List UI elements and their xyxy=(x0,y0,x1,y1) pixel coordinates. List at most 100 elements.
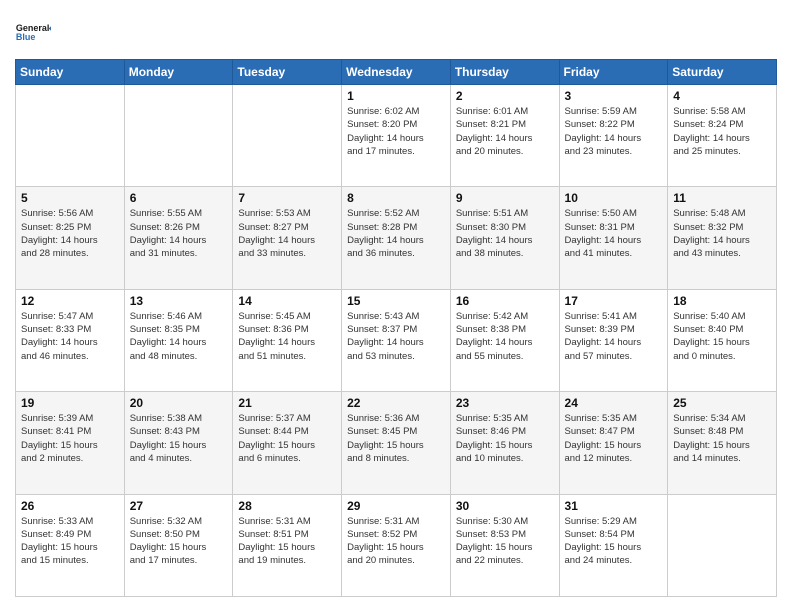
day-cell: 25 Sunrise: 5:34 AM Sunset: 8:48 PM Dayli… xyxy=(668,392,777,494)
day-cell: 9 Sunrise: 5:51 AM Sunset: 8:30 PM Daylig… xyxy=(450,187,559,289)
day-info: Sunrise: 5:43 AM Sunset: 8:37 PM Dayligh… xyxy=(347,310,445,363)
day-cell xyxy=(16,85,125,187)
day-number: 6 xyxy=(130,191,228,205)
day-number: 19 xyxy=(21,396,119,410)
day-number: 14 xyxy=(238,294,336,308)
day-number: 16 xyxy=(456,294,554,308)
day-number: 3 xyxy=(565,89,663,103)
day-number: 27 xyxy=(130,499,228,513)
day-cell: 12Sunrise: 5:47 AM Sunset: 8:33 PM Dayli… xyxy=(16,289,125,391)
week-row-5: 26 Sunrise: 5:33 AM Sunset: 8:49 PM Dayli… xyxy=(16,494,777,596)
logo: General Blue xyxy=(15,15,53,51)
week-row-4: 19Sunrise: 5:39 AM Sunset: 8:41 PM Dayli… xyxy=(16,392,777,494)
day-info: Sunrise: 6:01 AM Sunset: 8:21 PM Dayligh… xyxy=(456,105,554,158)
day-number: 4 xyxy=(673,89,771,103)
day-cell: 16 Sunrise: 5:42 AM Sunset: 8:38 PM Dayli… xyxy=(450,289,559,391)
page: General Blue SundayMondayTuesdayWednesda… xyxy=(0,0,792,612)
header: General Blue xyxy=(15,15,777,51)
day-info: Sunrise: 5:29 AM Sunset: 8:54 PM Dayligh… xyxy=(565,515,663,568)
day-cell xyxy=(668,494,777,596)
day-cell: 27 Sunrise: 5:32 AM Sunset: 8:50 PM Dayli… xyxy=(124,494,233,596)
day-header-tuesday: Tuesday xyxy=(233,60,342,85)
day-info: Sunrise: 5:30 AM Sunset: 8:53 PM Dayligh… xyxy=(456,515,554,568)
day-number: 7 xyxy=(238,191,336,205)
day-header-monday: Monday xyxy=(124,60,233,85)
day-cell xyxy=(233,85,342,187)
day-info: Sunrise: 5:33 AM Sunset: 8:49 PM Dayligh… xyxy=(21,515,119,568)
day-number: 26 xyxy=(21,499,119,513)
day-info: Sunrise: 5:32 AM Sunset: 8:50 PM Dayligh… xyxy=(130,515,228,568)
day-number: 9 xyxy=(456,191,554,205)
day-header-wednesday: Wednesday xyxy=(342,60,451,85)
day-cell: 6 Sunrise: 5:55 AM Sunset: 8:26 PM Daylig… xyxy=(124,187,233,289)
week-row-2: 5 Sunrise: 5:56 AM Sunset: 8:25 PM Daylig… xyxy=(16,187,777,289)
day-info: Sunrise: 5:55 AM Sunset: 8:26 PM Dayligh… xyxy=(130,207,228,260)
day-cell: 20 Sunrise: 5:38 AM Sunset: 8:43 PM Dayli… xyxy=(124,392,233,494)
day-number: 15 xyxy=(347,294,445,308)
day-info: Sunrise: 5:35 AM Sunset: 8:46 PM Dayligh… xyxy=(456,412,554,465)
day-cell xyxy=(124,85,233,187)
day-cell: 3 Sunrise: 5:59 AM Sunset: 8:22 PM Daylig… xyxy=(559,85,668,187)
day-number: 10 xyxy=(565,191,663,205)
day-cell: 26 Sunrise: 5:33 AM Sunset: 8:49 PM Dayli… xyxy=(16,494,125,596)
day-cell: 15 Sunrise: 5:43 AM Sunset: 8:37 PM Dayli… xyxy=(342,289,451,391)
day-cell: 5 Sunrise: 5:56 AM Sunset: 8:25 PM Daylig… xyxy=(16,187,125,289)
day-cell: 1 Sunrise: 6:02 AM Sunset: 8:20 PM Daylig… xyxy=(342,85,451,187)
day-cell: 28 Sunrise: 5:31 AM Sunset: 8:51 PM Dayli… xyxy=(233,494,342,596)
day-info: Sunrise: 5:51 AM Sunset: 8:30 PM Dayligh… xyxy=(456,207,554,260)
calendar: SundayMondayTuesdayWednesdayThursdayFrid… xyxy=(15,59,777,597)
day-info: Sunrise: 5:40 AM Sunset: 8:40 PM Dayligh… xyxy=(673,310,771,363)
day-number: 22 xyxy=(347,396,445,410)
day-cell: 4 Sunrise: 5:58 AM Sunset: 8:24 PM Daylig… xyxy=(668,85,777,187)
day-cell: 21 Sunrise: 5:37 AM Sunset: 8:44 PM Dayli… xyxy=(233,392,342,494)
day-cell: 2Sunrise: 6:01 AM Sunset: 8:21 PM Daylig… xyxy=(450,85,559,187)
day-number: 24 xyxy=(565,396,663,410)
day-number: 21 xyxy=(238,396,336,410)
day-number: 5 xyxy=(21,191,119,205)
day-number: 18 xyxy=(673,294,771,308)
day-info: Sunrise: 6:02 AM Sunset: 8:20 PM Dayligh… xyxy=(347,105,445,158)
day-cell: 13 Sunrise: 5:46 AM Sunset: 8:35 PM Dayli… xyxy=(124,289,233,391)
day-number: 13 xyxy=(130,294,228,308)
day-header-friday: Friday xyxy=(559,60,668,85)
svg-text:General: General xyxy=(16,23,50,33)
day-number: 25 xyxy=(673,396,771,410)
day-number: 31 xyxy=(565,499,663,513)
day-info: Sunrise: 5:42 AM Sunset: 8:38 PM Dayligh… xyxy=(456,310,554,363)
day-header-sunday: Sunday xyxy=(16,60,125,85)
day-number: 20 xyxy=(130,396,228,410)
day-info: Sunrise: 5:31 AM Sunset: 8:51 PM Dayligh… xyxy=(238,515,336,568)
day-cell: 19Sunrise: 5:39 AM Sunset: 8:41 PM Dayli… xyxy=(16,392,125,494)
day-info: Sunrise: 5:36 AM Sunset: 8:45 PM Dayligh… xyxy=(347,412,445,465)
day-number: 29 xyxy=(347,499,445,513)
day-cell: 8Sunrise: 5:52 AM Sunset: 8:28 PM Daylig… xyxy=(342,187,451,289)
day-info: Sunrise: 5:52 AM Sunset: 8:28 PM Dayligh… xyxy=(347,207,445,260)
day-info: Sunrise: 5:31 AM Sunset: 8:52 PM Dayligh… xyxy=(347,515,445,568)
week-row-3: 12Sunrise: 5:47 AM Sunset: 8:33 PM Dayli… xyxy=(16,289,777,391)
day-cell: 24 Sunrise: 5:35 AM Sunset: 8:47 PM Dayli… xyxy=(559,392,668,494)
day-info: Sunrise: 5:58 AM Sunset: 8:24 PM Dayligh… xyxy=(673,105,771,158)
day-number: 17 xyxy=(565,294,663,308)
day-header-saturday: Saturday xyxy=(668,60,777,85)
day-cell: 30Sunrise: 5:30 AM Sunset: 8:53 PM Dayli… xyxy=(450,494,559,596)
logo-svg: General Blue xyxy=(15,15,51,51)
day-info: Sunrise: 5:35 AM Sunset: 8:47 PM Dayligh… xyxy=(565,412,663,465)
day-info: Sunrise: 5:47 AM Sunset: 8:33 PM Dayligh… xyxy=(21,310,119,363)
day-cell: 17Sunrise: 5:41 AM Sunset: 8:39 PM Dayli… xyxy=(559,289,668,391)
day-info: Sunrise: 5:50 AM Sunset: 8:31 PM Dayligh… xyxy=(565,207,663,260)
week-row-1: 1 Sunrise: 6:02 AM Sunset: 8:20 PM Daylig… xyxy=(16,85,777,187)
day-header-thursday: Thursday xyxy=(450,60,559,85)
day-info: Sunrise: 5:38 AM Sunset: 8:43 PM Dayligh… xyxy=(130,412,228,465)
day-cell: 14Sunrise: 5:45 AM Sunset: 8:36 PM Dayli… xyxy=(233,289,342,391)
day-info: Sunrise: 5:59 AM Sunset: 8:22 PM Dayligh… xyxy=(565,105,663,158)
day-info: Sunrise: 5:34 AM Sunset: 8:48 PM Dayligh… xyxy=(673,412,771,465)
day-info: Sunrise: 5:53 AM Sunset: 8:27 PM Dayligh… xyxy=(238,207,336,260)
day-info: Sunrise: 5:56 AM Sunset: 8:25 PM Dayligh… xyxy=(21,207,119,260)
day-info: Sunrise: 5:46 AM Sunset: 8:35 PM Dayligh… xyxy=(130,310,228,363)
day-cell: 11Sunrise: 5:48 AM Sunset: 8:32 PM Dayli… xyxy=(668,187,777,289)
day-cell: 31 Sunrise: 5:29 AM Sunset: 8:54 PM Dayli… xyxy=(559,494,668,596)
day-number: 1 xyxy=(347,89,445,103)
day-number: 28 xyxy=(238,499,336,513)
day-cell: 18 Sunrise: 5:40 AM Sunset: 8:40 PM Dayli… xyxy=(668,289,777,391)
day-info: Sunrise: 5:37 AM Sunset: 8:44 PM Dayligh… xyxy=(238,412,336,465)
